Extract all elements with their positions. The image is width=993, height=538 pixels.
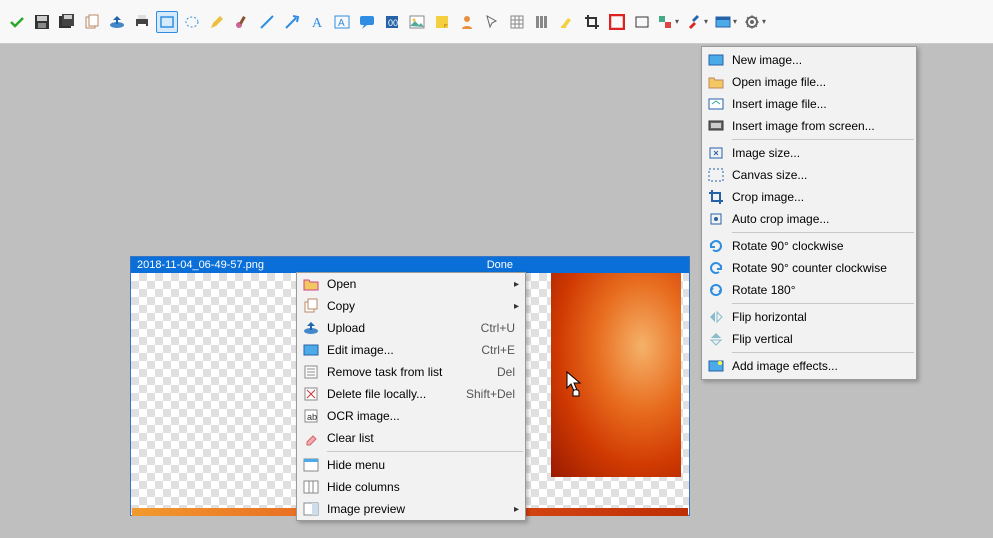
highlight-icon[interactable] xyxy=(556,11,578,33)
swatch-dropdown[interactable]: ▾ xyxy=(656,13,682,31)
context-menu: Open ▸ Copy ▸ Upload Ctrl+U Edit image..… xyxy=(296,272,526,521)
separator xyxy=(732,232,914,233)
arrow-icon[interactable] xyxy=(281,11,303,33)
im-new[interactable]: New image... xyxy=(702,49,916,71)
svg-text:ab: ab xyxy=(307,412,317,422)
gear-dropdown[interactable]: ▾ xyxy=(743,13,769,31)
target-icon[interactable] xyxy=(606,11,628,33)
image-menu: New image... Open image file... Insert i… xyxy=(701,46,917,380)
ctx-hide-menu[interactable]: Hide menu xyxy=(297,454,525,476)
picture-icon[interactable] xyxy=(406,11,428,33)
im-rot180[interactable]: Rotate 180° xyxy=(702,279,916,301)
image-dropdown[interactable]: ▾ xyxy=(714,13,740,31)
im-autocrop[interactable]: Auto crop image... xyxy=(702,208,916,230)
submenu-arrow-icon: ▸ xyxy=(508,279,519,290)
file-name: 2018-11-04_06-49-57.png xyxy=(137,259,264,271)
svg-text:A: A xyxy=(338,18,345,29)
brush-icon[interactable] xyxy=(231,11,253,33)
im-effects[interactable]: Add image effects... xyxy=(702,355,916,377)
tools-dropdown[interactable]: ▾ xyxy=(685,13,711,31)
file-title-bar[interactable]: 2018-11-04_06-49-57.png Done xyxy=(131,257,689,273)
pencil-icon[interactable] xyxy=(206,11,228,33)
line-icon[interactable] xyxy=(256,11,278,33)
separator xyxy=(732,303,914,304)
text-icon[interactable]: A xyxy=(306,11,328,33)
save-all-icon[interactable] xyxy=(56,11,78,33)
rect-icon[interactable] xyxy=(631,11,653,33)
speech-icon[interactable] xyxy=(356,11,378,33)
im-size[interactable]: Image size... xyxy=(702,142,916,164)
svg-text:A: A xyxy=(312,16,323,30)
file-status: Done xyxy=(487,259,513,271)
ctx-copy[interactable]: Copy ▸ xyxy=(297,295,525,317)
text-box-icon[interactable]: A xyxy=(331,11,353,33)
im-rotcw[interactable]: Rotate 90° clockwise xyxy=(702,235,916,257)
ctx-edit[interactable]: Edit image... Ctrl+E xyxy=(297,339,525,361)
ellipse-select-icon[interactable] xyxy=(181,11,203,33)
im-crop[interactable]: Crop image... xyxy=(702,186,916,208)
ctx-clear[interactable]: Clear list xyxy=(297,427,525,449)
person-icon[interactable] xyxy=(456,11,478,33)
ctx-remove[interactable]: Remove task from list Del xyxy=(297,361,525,383)
im-canvas[interactable]: Canvas size... xyxy=(702,164,916,186)
image-content xyxy=(551,259,681,477)
ctx-delete[interactable]: Delete file locally... Shift+Del xyxy=(297,383,525,405)
save-icon[interactable] xyxy=(31,11,53,33)
im-rotccw[interactable]: Rotate 90° counter clockwise xyxy=(702,257,916,279)
crop-icon[interactable] xyxy=(581,11,603,33)
upload-icon[interactable] xyxy=(106,11,128,33)
im-fliph[interactable]: Flip horizontal xyxy=(702,306,916,328)
ctx-image-preview[interactable]: Image preview ▸ xyxy=(297,498,525,520)
separator xyxy=(732,352,914,353)
ctx-upload[interactable]: Upload Ctrl+U xyxy=(297,317,525,339)
im-open[interactable]: Open image file... xyxy=(702,71,916,93)
sticky-icon[interactable] xyxy=(431,11,453,33)
separator xyxy=(327,451,523,452)
ctx-ocr[interactable]: ab OCR image... xyxy=(297,405,525,427)
grid-icon[interactable] xyxy=(506,11,528,33)
check-icon[interactable] xyxy=(6,11,28,33)
im-screen[interactable]: Insert image from screen... xyxy=(702,115,916,137)
svg-text:001: 001 xyxy=(388,18,400,28)
columns-icon[interactable] xyxy=(531,11,553,33)
copy-icon[interactable] xyxy=(81,11,103,33)
submenu-arrow-icon: ▸ xyxy=(508,301,519,312)
submenu-arrow-icon: ▸ xyxy=(508,504,519,515)
ctx-open[interactable]: Open ▸ xyxy=(297,273,525,295)
im-insert[interactable]: Insert image file... xyxy=(702,93,916,115)
cursor-icon[interactable] xyxy=(481,11,503,33)
print-icon[interactable] xyxy=(131,11,153,33)
separator xyxy=(732,139,914,140)
im-flipv[interactable]: Flip vertical xyxy=(702,328,916,350)
main-toolbar: A A 001 ▾ ▾ ▾ ▾ xyxy=(0,0,993,44)
step-icon[interactable]: 001 xyxy=(381,11,403,33)
ctx-hide-columns[interactable]: Hide columns xyxy=(297,476,525,498)
rect-select-icon[interactable] xyxy=(156,11,178,33)
